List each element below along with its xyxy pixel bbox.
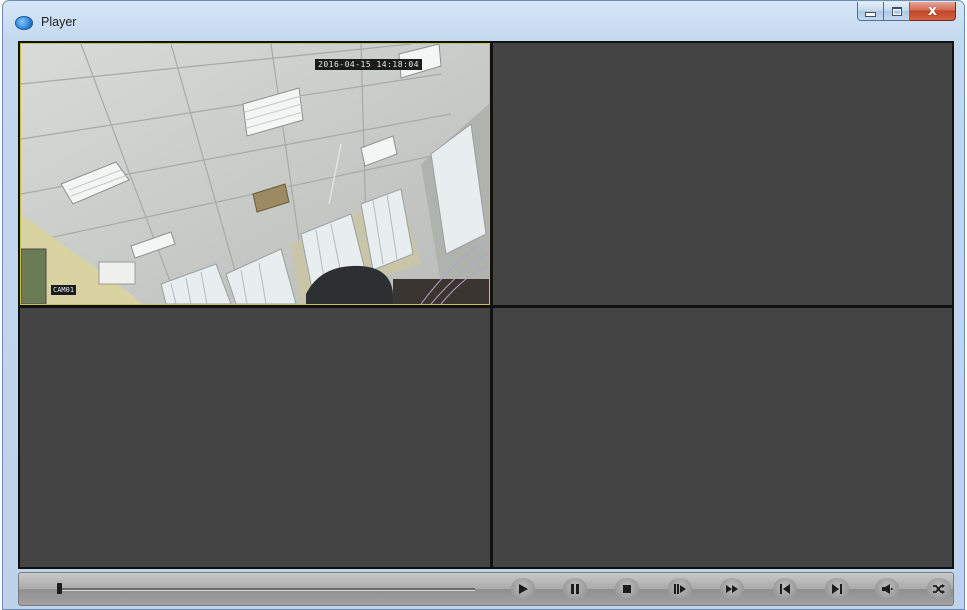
fast-forward-button[interactable] [720,578,744,600]
stop-button[interactable] [615,578,639,600]
step-forward-button[interactable] [668,578,692,600]
title-bar[interactable]: Player x [3,1,964,39]
camera-cell-2[interactable] [493,43,952,305]
camera-frame-image [21,44,489,304]
shuffle-button[interactable] [927,578,951,600]
maximize-button[interactable] [884,2,910,21]
camera-cell-1[interactable]: 2016-04-15 14:18:04 CAM01 [20,43,490,305]
minimize-button[interactable] [857,2,884,21]
skip-to-start-icon [780,584,790,594]
window-controls: x [857,2,956,21]
speaker-icon [882,584,893,594]
osd-timestamp: 2016-04-15 14:18:04 [315,59,423,70]
play-button[interactable] [511,578,535,600]
pause-icon [571,584,579,594]
pause-button[interactable] [563,578,587,600]
shuffle-icon [933,584,945,594]
playback-control-bar [18,572,954,606]
player-icon [15,16,33,30]
close-icon: x [927,3,938,19]
seek-thumb[interactable] [57,583,62,594]
volume-button[interactable] [875,578,899,600]
close-button[interactable]: x [910,2,956,21]
minimize-icon [865,11,876,17]
maximize-icon [891,6,902,16]
skip-to-end-icon [832,584,842,594]
camera-cell-3[interactable] [20,308,490,567]
video-grid: 2016-04-15 14:18:04 CAM01 [18,41,954,569]
step-forward-icon [674,584,686,594]
stop-icon [623,585,631,593]
play-icon [519,584,528,594]
fast-forward-icon [726,585,738,593]
next-button[interactable] [825,578,849,600]
window-title: Player [41,15,77,29]
previous-button[interactable] [773,578,797,600]
camera-cell-4[interactable] [493,308,952,567]
player-window: Player x 2016-04-15 14:18:04 CAM01 [2,0,965,610]
osd-camera-label: CAM01 [51,285,77,295]
seek-track[interactable] [57,588,475,591]
